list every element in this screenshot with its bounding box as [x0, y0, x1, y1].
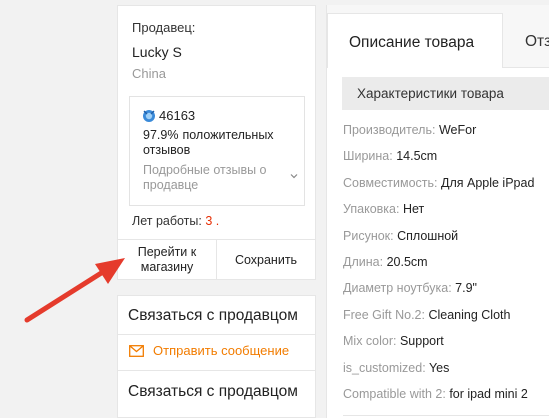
- medal-icon: [143, 110, 155, 122]
- years-label: Лет работы:: [132, 214, 202, 228]
- spec-key: Производитель:: [343, 123, 436, 137]
- years-of-operation: Лет работы: 3 .: [132, 214, 219, 228]
- specs-list: Производитель: WeFor Ширина: 14.5cm Совм…: [343, 123, 549, 413]
- spec-value: Нет: [402, 202, 425, 217]
- detailed-reviews-link[interactable]: Подробные отзывы о продавце: [143, 163, 283, 193]
- spec-key: Диаметр ноутбука:: [343, 281, 452, 296]
- tab-bar: Описание товара Отз: [327, 5, 549, 68]
- spec-value: 7.9": [455, 281, 477, 296]
- divider: [118, 334, 315, 335]
- spec-value: for ipad mini 2: [449, 386, 528, 401]
- spec-value: Support: [399, 334, 444, 349]
- specs-header-label: Характеристики товара: [357, 86, 504, 101]
- contact-seller-box: Связаться с продавцом Отправить сообщени…: [117, 295, 316, 377]
- seller-actions: Перейти к магазину Сохранить: [118, 239, 315, 280]
- seller-card: Продавец: Lucky S China 46163 97.9% полож…: [117, 5, 316, 280]
- spec-row: Упаковка: Нет: [343, 202, 549, 228]
- product-details-panel: Описание товара Отз Характеристики товар…: [326, 5, 549, 418]
- spec-key: Free Gift No.2:: [343, 307, 425, 322]
- seller-label: Продавец:: [132, 20, 196, 35]
- spec-row: Mix color: Support: [343, 334, 549, 360]
- spec-row: Ширина: 14.5cm: [343, 149, 549, 175]
- spec-value: 14.5cm: [396, 149, 438, 164]
- contact-seller-title-2: Связаться с продавцом: [128, 383, 298, 400]
- spec-key: Mix color:: [343, 334, 397, 349]
- spec-key: Compatible with 2:: [343, 386, 446, 401]
- seller-name[interactable]: Lucky S: [132, 44, 182, 60]
- spec-row: Производитель: WeFor: [343, 123, 549, 149]
- chevron-down-icon[interactable]: [289, 171, 299, 181]
- spec-value: Cleaning Cloth: [428, 307, 511, 322]
- spec-key: is_customized:: [343, 360, 426, 375]
- spec-value: Для Apple iPpad: [440, 175, 535, 190]
- spec-value: Yes: [428, 360, 450, 375]
- envelope-icon: [129, 345, 144, 357]
- years-value: 3 .: [205, 214, 220, 228]
- spec-row: Рисунок: Сплошной: [343, 229, 549, 255]
- divider: [343, 415, 549, 416]
- specs-header: Характеристики товара: [342, 77, 549, 110]
- tab-description[interactable]: Описание товара: [327, 13, 503, 68]
- spec-row: Длина: 20.5cm: [343, 255, 549, 281]
- tab-description-label: Описание товара: [349, 34, 475, 51]
- spec-value: Сплошной: [397, 228, 459, 243]
- seller-country: China: [132, 66, 166, 81]
- go-to-store-button[interactable]: Перейти к магазину: [118, 240, 216, 280]
- spec-key: Упаковка:: [343, 202, 400, 217]
- spec-key: Длина:: [343, 254, 384, 269]
- spec-row: Диаметр ноутбука: 7.9": [343, 281, 549, 307]
- contact-seller-box-2: Связаться с продавцом: [117, 370, 316, 418]
- spec-value: 20.5cm: [386, 254, 428, 269]
- feedback-box: 46163 97.9% положительных отзывов Подробн…: [129, 96, 305, 206]
- spec-row: is_customized: Yes: [343, 361, 549, 387]
- positive-pct: 97.9%: [143, 128, 179, 142]
- tab-reviews[interactable]: Отз: [525, 33, 549, 51]
- spec-key: Рисунок:: [343, 228, 394, 243]
- seller-score: 46163: [159, 108, 196, 123]
- spec-key: Ширина:: [343, 149, 393, 164]
- spec-row: Compatible with 2: for ipad mini 2: [343, 387, 549, 413]
- save-store-button[interactable]: Сохранить: [216, 240, 315, 280]
- contact-seller-title: Связаться с продавцом: [128, 307, 298, 324]
- spec-row: Совместимость: Для Apple iPpad: [343, 176, 549, 202]
- spec-key: Совместимость:: [343, 175, 438, 190]
- spec-row: Free Gift No.2: Cleaning Cloth: [343, 308, 549, 334]
- send-message-link[interactable]: Отправить сообщение: [153, 343, 289, 358]
- spec-value: WeFor: [438, 123, 477, 137]
- positive-feedback: 97.9% положительных отзывов: [143, 128, 293, 158]
